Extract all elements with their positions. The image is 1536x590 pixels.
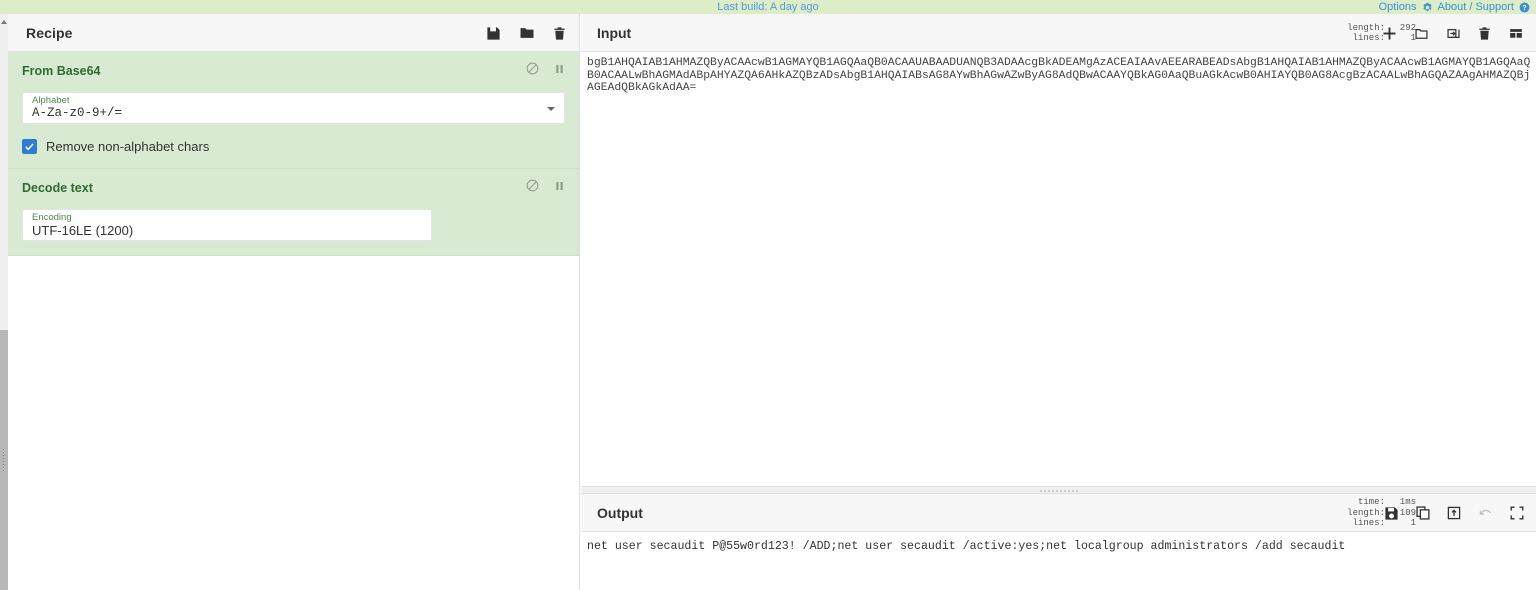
operation-controls <box>526 179 565 192</box>
output-length-label: length: <box>1343 508 1385 519</box>
scroll-up-caret-icon[interactable] <box>1 20 7 24</box>
save-icon[interactable] <box>1384 506 1399 521</box>
input-text[interactable]: bgB1AHQAIAB1AHMAZQByACAAcwB1AGMAYQB1AGQA… <box>585 57 1532 95</box>
last-build-link[interactable]: Last build: A day ago <box>0 0 1536 14</box>
operation-controls <box>526 62 565 75</box>
recipe-operation-from-base64[interactable]: From Base64 <box>8 52 579 169</box>
arg-encoding[interactable]: Encoding UTF-16LE (1200) <box>22 209 432 241</box>
recipe-title-bar: Recipe <box>8 14 579 52</box>
undo-icon[interactable] <box>1478 507 1493 520</box>
trash-icon[interactable] <box>553 26 566 41</box>
cyberchef-app: Last build: A day ago Options About / Su… <box>0 0 1536 590</box>
chevron-down-icon[interactable] <box>547 107 555 111</box>
pause-icon[interactable] <box>554 63 565 75</box>
operations-scrollbar[interactable] <box>0 14 8 590</box>
splitter-grip-icon <box>1039 490 1079 492</box>
question-circle-icon[interactable]: ? <box>1519 2 1530 13</box>
input-length-label: length: <box>1343 23 1385 34</box>
remove-non-alphabet-chars-checkbox[interactable] <box>22 139 37 154</box>
svg-text:?: ? <box>1522 4 1526 11</box>
maximise-icon[interactable] <box>1510 506 1524 520</box>
recipe-operation-list[interactable]: From Base64 <box>8 52 579 590</box>
input-title-bar: Input length: 292 lines: 1 <box>581 14 1536 52</box>
input-title: Input <box>597 25 631 41</box>
replace-input-icon[interactable] <box>1447 506 1461 520</box>
add-tab-icon[interactable] <box>1382 26 1397 41</box>
recipe-empty-area[interactable] <box>8 256 579 580</box>
page-title: Recipe <box>26 25 73 41</box>
operation-header: From Base64 <box>22 60 565 82</box>
disable-circle-icon[interactable] <box>526 179 539 192</box>
arg-alphabet-value[interactable]: A-Za-z0-9+/= <box>32 106 542 121</box>
remove-non-alphabet-chars-label: Remove non-alphabet chars <box>46 139 209 154</box>
options-link[interactable]: Options <box>1379 0 1417 14</box>
open-folder-icon[interactable] <box>1414 27 1429 40</box>
open-as-input-icon[interactable] <box>1446 27 1461 40</box>
pause-icon[interactable] <box>554 180 565 192</box>
arg-alphabet[interactable]: Alphabet A-Za-z0-9+/= <box>22 92 565 124</box>
recipe-title-icons <box>486 14 566 52</box>
disable-circle-icon[interactable] <box>526 62 539 75</box>
top-banner: Last build: A day ago Options About / Su… <box>0 0 1536 14</box>
output-textarea[interactable]: net user secaudit P@55w0rd123! /ADD;net … <box>581 532 1536 590</box>
operation-title: Decode text <box>22 181 93 195</box>
output-time-label: time: <box>1343 497 1385 508</box>
recipe-pane: Recipe <box>8 14 580 590</box>
pane-resize-grip[interactable] <box>2 448 5 472</box>
input-textarea[interactable]: bgB1AHQAIAB1AHMAZQByACAAcwB1AGMAYQB1AGQA… <box>581 52 1536 486</box>
copy-icon[interactable] <box>1416 506 1430 520</box>
about-support-link[interactable]: About / Support <box>1438 0 1514 14</box>
output-text: net user secaudit P@55w0rd123! /ADD;net … <box>585 540 1532 554</box>
remove-non-alphabet-chars-row[interactable]: Remove non-alphabet chars <box>22 139 565 154</box>
arg-encoding-value[interactable]: UTF-16LE (1200) <box>32 223 409 238</box>
io-column: Input length: 292 lines: 1 <box>581 14 1536 590</box>
input-toolbar <box>1382 14 1524 52</box>
tabs-layout-icon[interactable] <box>1508 27 1524 40</box>
arg-alphabet-label: Alphabet <box>32 95 542 106</box>
recipe-operation-decode-text[interactable]: Decode text <box>8 169 579 256</box>
operation-title: From Base64 <box>22 64 101 78</box>
output-lines-label: lines: <box>1343 518 1385 529</box>
folder-icon[interactable] <box>519 26 535 40</box>
arg-encoding-label: Encoding <box>32 212 409 223</box>
save-icon[interactable] <box>486 26 501 41</box>
input-lines-label: lines: <box>1343 33 1385 44</box>
operation-header: Decode text <box>22 177 565 199</box>
output-title-bar: Output time: 1ms length: 109 lines: 1 <box>581 494 1536 532</box>
gear-icon[interactable] <box>1422 2 1433 13</box>
banner-links: Options About / Support ? <box>1379 0 1530 14</box>
output-toolbar <box>1384 494 1524 532</box>
clear-icon[interactable] <box>1478 26 1491 41</box>
io-splitter[interactable] <box>581 486 1536 494</box>
output-title: Output <box>597 505 643 521</box>
